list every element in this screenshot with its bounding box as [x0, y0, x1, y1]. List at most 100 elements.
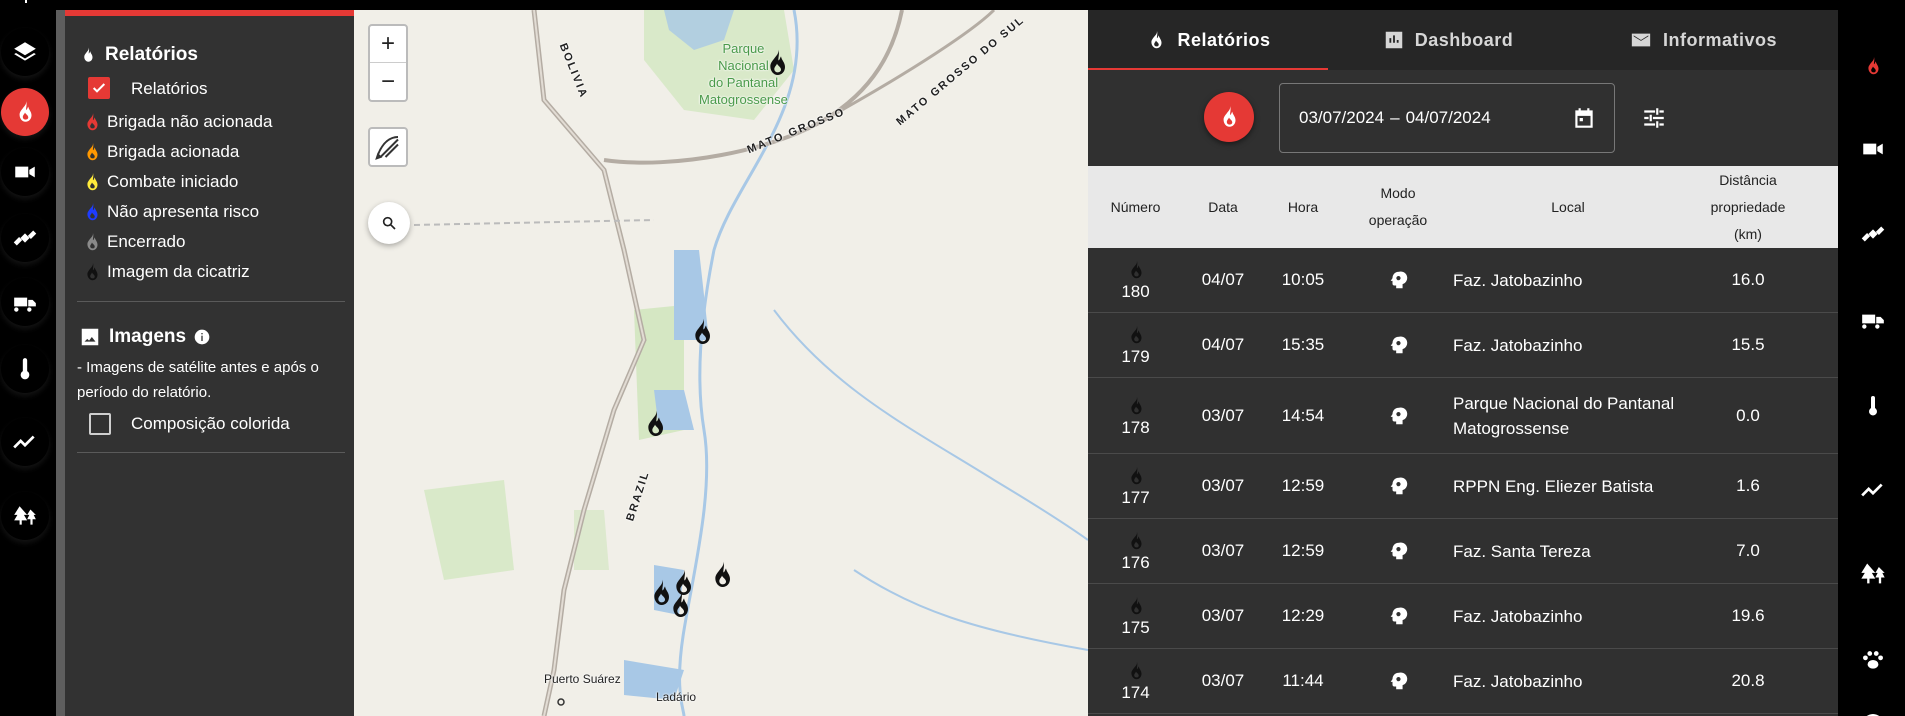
col-modo[interactable]: Modo operação — [1343, 166, 1453, 248]
date-start[interactable]: 03/07/2024 — [1299, 108, 1384, 128]
cell-distancia: 7.0 — [1736, 541, 1760, 560]
new-report-button[interactable] — [1204, 92, 1254, 142]
satellite-button[interactable] — [1, 214, 49, 262]
rail-forest-button[interactable] — [1859, 560, 1887, 588]
table-row[interactable]: 176 03/07 12:59 Faz. Santa Tereza 7.0 — [1088, 519, 1838, 584]
app-root: Relatórios Relatórios Brigada não aciona… — [0, 0, 1905, 716]
fire-icon — [1130, 596, 1141, 615]
fire-icon — [1223, 106, 1236, 127]
cell-data: 03/07 — [1201, 671, 1245, 690]
map-view[interactable]: Parque Nacional do Pantanal Matogrossens… — [354, 10, 1088, 716]
images-section-label: Imagens — [109, 326, 187, 347]
forest-button[interactable] — [1, 492, 49, 540]
fire-icon — [1130, 661, 1141, 680]
fire-marker[interactable] — [639, 407, 671, 441]
cell-distancia: 20.8 — [1731, 671, 1765, 690]
cell-modo — [1343, 313, 1453, 377]
left-rail — [0, 10, 56, 716]
satellite-icon — [1861, 226, 1885, 242]
fire-icon — [1130, 466, 1141, 485]
reports-button[interactable] — [1, 88, 49, 136]
rail-trends-button[interactable] — [1859, 476, 1887, 504]
legend-item-label: Encerrado — [107, 232, 186, 251]
col-numero[interactable]: Número — [1088, 166, 1183, 248]
panel-divider-bottom — [77, 452, 345, 453]
thermometer-icon — [20, 358, 30, 380]
temperature-button[interactable] — [1, 345, 49, 393]
fire-marker[interactable] — [706, 558, 738, 592]
report-number: 175 — [1121, 618, 1150, 637]
fire-marker[interactable] — [761, 46, 793, 80]
date-end[interactable]: 04/07/2024 — [1406, 108, 1491, 128]
rail-cameras-button[interactable] — [1859, 135, 1887, 163]
automatic-mode-icon — [1390, 672, 1408, 690]
cell-hora: 12:59 — [1281, 541, 1325, 560]
rail-temperature-button[interactable] — [1859, 392, 1887, 420]
cell-data: 03/07 — [1201, 541, 1245, 560]
report-number: 179 — [1121, 347, 1150, 366]
legend-item: Encerrado — [81, 230, 185, 254]
fire-icon — [1868, 56, 1879, 75]
cell-numero: 178 — [1088, 378, 1183, 453]
table-row[interactable]: 179 04/07 15:35 Faz. Jatobazinho 15.5 — [1088, 313, 1838, 378]
cell-numero: 174 — [1088, 649, 1183, 713]
rail-more-button[interactable] — [1859, 710, 1887, 716]
info-icon[interactable] — [194, 329, 210, 345]
col-distancia[interactable]: Distância propriedade (km) — [1683, 166, 1813, 248]
calendar-icon[interactable] — [1571, 104, 1597, 132]
layers-icon — [14, 42, 36, 61]
table-row[interactable]: 178 03/07 14:54 Parque Nacional do Pantanal… — [1088, 378, 1838, 454]
legend-item: Brigada acionada — [81, 140, 239, 164]
zoom-in-button[interactable]: + — [370, 26, 406, 63]
map-search-button[interactable] — [368, 202, 410, 244]
col-hora[interactable]: Hora — [1263, 166, 1343, 248]
flame-icon — [87, 262, 98, 281]
automatic-mode-icon — [1390, 477, 1408, 495]
zoom-out-button[interactable]: − — [370, 63, 406, 100]
composite-checkbox-label: Composição colorida — [131, 414, 290, 433]
fire-truck-button[interactable] — [1, 278, 49, 326]
cell-data: 03/07 — [1201, 606, 1245, 625]
date-range-field[interactable]: 03/07/2024 – 04/07/2024 — [1279, 83, 1615, 153]
top-bar-mark — [25, 0, 27, 3]
cameras-button[interactable] — [1, 148, 49, 196]
tab-relatorios[interactable]: Relatórios — [1088, 10, 1328, 70]
camera-icon — [1863, 143, 1883, 155]
tab-informativos[interactable]: Informativos — [1568, 10, 1838, 70]
tab-dashboard[interactable]: Dashboard — [1328, 10, 1568, 70]
fire-marker[interactable] — [686, 315, 718, 349]
composite-checkbox[interactable] — [89, 413, 111, 435]
cell-distancia: 1.6 — [1736, 476, 1760, 495]
cell-distancia: 15.5 — [1731, 335, 1765, 354]
puerto-suarez-label: Puerto Suárez — [544, 672, 621, 686]
rail-fire-truck-button[interactable] — [1859, 305, 1887, 333]
flame-icon — [87, 232, 98, 251]
fire-truck-icon — [14, 297, 36, 312]
reports-checkbox[interactable] — [88, 77, 110, 99]
rail-fauna-button[interactable] — [1859, 646, 1887, 674]
legend-item-label: Não apresenta risco — [107, 202, 260, 221]
fire-marker[interactable] — [664, 588, 696, 622]
table-row[interactable]: 177 03/07 12:59 RPPN Eng. Eliezer Batista 1.… — [1088, 454, 1838, 519]
table-row[interactable]: 175 03/07 12:29 Faz. Jatobazinho 19.6 — [1088, 584, 1838, 649]
rail-reports-button[interactable] — [1859, 52, 1887, 80]
col-data[interactable]: Data — [1183, 166, 1263, 248]
cell-distancia: 19.6 — [1731, 606, 1765, 625]
info-icon — [1867, 714, 1879, 716]
legend-item: Combate iniciado — [81, 170, 238, 194]
fire-icon — [1130, 396, 1141, 414]
draw-area-button[interactable] — [368, 127, 408, 167]
cell-modo — [1343, 519, 1453, 583]
table-row[interactable]: 180 04/07 10:05 Faz. Jatobazinho 16.0 — [1088, 248, 1838, 313]
layers-button[interactable] — [1, 28, 49, 76]
report-number: 177 — [1121, 488, 1150, 507]
panel-divider — [77, 301, 345, 302]
tab-relatorios-label: Relatórios — [1177, 29, 1271, 50]
filter-settings-icon[interactable] — [1641, 105, 1667, 131]
trend-icon — [1861, 483, 1883, 497]
trends-button[interactable] — [1, 418, 49, 466]
table-row[interactable]: 174 03/07 11:44 Faz. Jatobazinho 20.8 — [1088, 649, 1838, 714]
rail-satellite-button[interactable] — [1859, 220, 1887, 248]
cell-distancia: 16.0 — [1731, 270, 1765, 289]
col-local[interactable]: Local — [1453, 166, 1683, 248]
